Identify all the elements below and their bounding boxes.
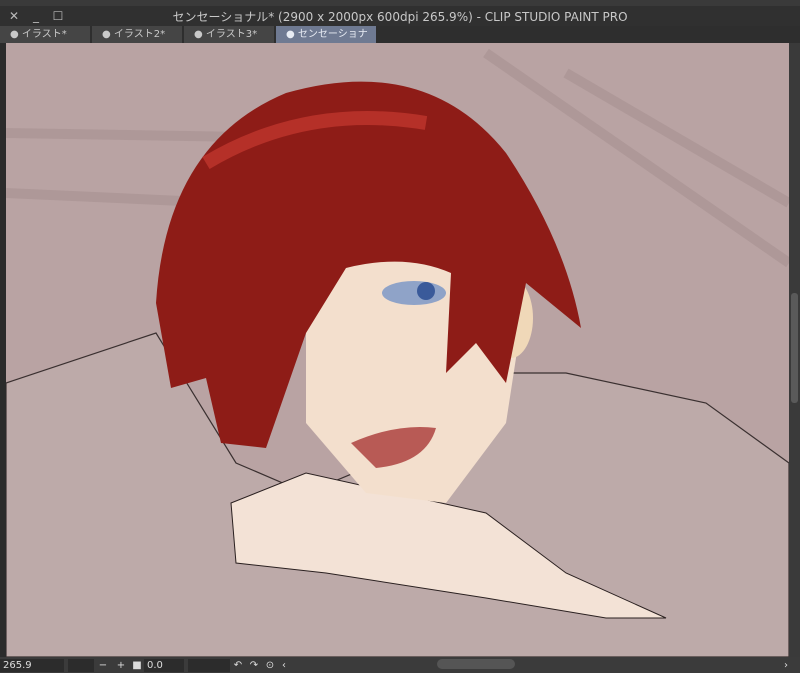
artwork: [6, 43, 789, 657]
zoom-field[interactable]: 265.9: [0, 658, 64, 672]
zoom-slider[interactable]: [68, 658, 94, 672]
rotate-left-icon[interactable]: ↶: [230, 658, 246, 672]
fit-icon[interactable]: ■: [130, 658, 144, 672]
scroll-left-icon[interactable]: ‹: [278, 658, 290, 672]
zoom-out-icon[interactable]: −: [94, 658, 112, 672]
tab-illust2[interactable]: ● イラスト2*: [92, 26, 182, 43]
maximize-icon[interactable]: ☐: [50, 8, 66, 24]
rotation-slider[interactable]: [188, 658, 230, 672]
tab-illust1[interactable]: ● イラスト*: [0, 26, 90, 43]
drawing-canvas[interactable]: [6, 43, 789, 657]
tab-sensational[interactable]: ● センセーショナル*: [276, 26, 376, 57]
document-tabs: ● イラスト* ● イラスト2* ● イラスト3* ● センセーショナル*: [0, 26, 800, 57]
close-icon[interactable]: ✕: [6, 8, 22, 24]
zoom-in-icon[interactable]: +: [112, 658, 130, 672]
rotation-field[interactable]: 0.0: [144, 658, 184, 672]
horizontal-scroll-thumb[interactable]: [437, 659, 515, 669]
reset-rotation-icon[interactable]: ⊙: [262, 658, 278, 672]
status-bar: 265.9 − + ■ 0.0 ↶ ↷ ⊙ ‹ ›: [0, 657, 800, 673]
minimize-icon[interactable]: _: [28, 8, 44, 24]
vertical-scroll-thumb[interactable]: [791, 293, 798, 403]
title-bar: ✕ _ ☐ センセーショナル* (2900 x 2000px 600dpi 26…: [0, 6, 800, 26]
vertical-scrollbar[interactable]: [789, 43, 800, 657]
rotate-right-icon[interactable]: ↷: [246, 658, 262, 672]
tab-illust3[interactable]: ● イラスト3*: [184, 26, 274, 43]
eye: [382, 281, 446, 305]
window-title: センセーショナル* (2900 x 2000px 600dpi 265.9%) …: [172, 9, 628, 24]
scroll-right-icon[interactable]: ›: [780, 658, 792, 672]
